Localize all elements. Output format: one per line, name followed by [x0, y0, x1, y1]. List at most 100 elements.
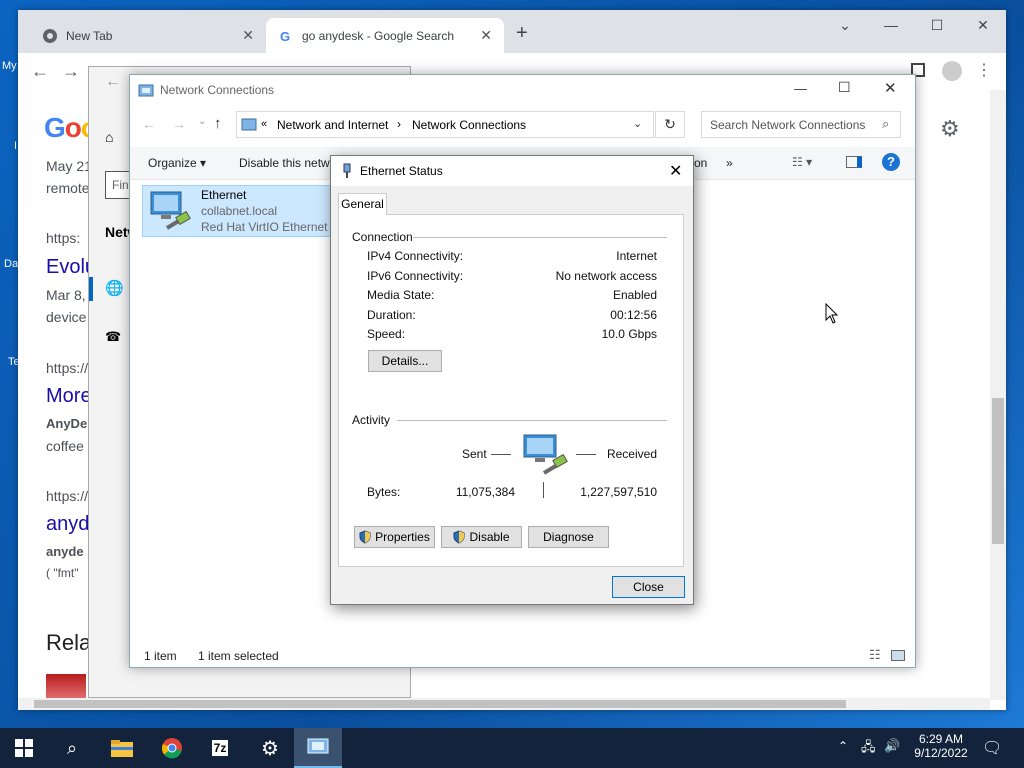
close-icon[interactable]: ✕	[669, 161, 682, 181]
speed-value: 10.0 Gbps	[601, 327, 657, 341]
globe-icon[interactable]: 🌐	[105, 279, 124, 297]
back-arrow-icon[interactable]: ←	[28, 61, 52, 81]
horizontal-scrollbar[interactable]	[18, 698, 990, 710]
chrome-icon[interactable]	[148, 728, 196, 768]
speed-label: Speed:	[367, 327, 406, 341]
properties-button[interactable]: Properties	[354, 526, 435, 548]
organize-menu[interactable]: Organize ▾	[148, 156, 206, 170]
details-button[interactable]: Details...	[368, 350, 442, 372]
vertical-scrollbar[interactable]	[990, 90, 1006, 700]
ipv6-label: IPv6 Connectivity:	[367, 269, 464, 283]
sent-line	[491, 454, 511, 455]
result-url[interactable]: https:	[46, 230, 80, 246]
clock-time: 6:29 AM	[918, 732, 964, 746]
desktop-icon-label[interactable]: Da	[4, 258, 18, 270]
dialup-icon[interactable]: ☎	[105, 329, 121, 345]
result-url[interactable]: https://	[46, 360, 88, 376]
volume-icon[interactable]: 🔊	[884, 738, 900, 754]
change-view-icon[interactable]: ☷ ▾	[792, 155, 812, 169]
settings-icon[interactable]: ⚙	[246, 728, 294, 768]
group-divider	[397, 420, 667, 421]
network-tray-icon[interactable]: 🖧	[861, 738, 876, 760]
result-title-link[interactable]: More	[46, 385, 92, 408]
tab-new-tab[interactable]: New Tab ✕	[30, 18, 266, 53]
uac-shield-icon	[453, 530, 465, 544]
up-arrow-icon[interactable]: ↑	[214, 115, 222, 132]
command-partial[interactable]: on	[694, 156, 707, 170]
show-hidden-icons-chevron-icon[interactable]: ⌃	[838, 739, 848, 753]
minimize-icon[interactable]: —	[794, 81, 807, 96]
ipv4-value: Internet	[616, 249, 657, 263]
tab-title: go anydesk - Google Search	[302, 28, 455, 43]
notifications-icon[interactable]: 🗨	[982, 738, 1002, 758]
search-network-connections-input[interactable]: Search Network Connections ⌕	[701, 111, 901, 138]
breadcrumb-overflow-icon[interactable]: «	[261, 118, 267, 130]
result-snippet: ( "fmt"	[46, 566, 79, 580]
back-arrow-icon[interactable]: ←	[105, 73, 121, 91]
desktop-icon-label[interactable]: I	[14, 140, 17, 152]
scrollbar-thumb[interactable]	[992, 398, 1004, 544]
close-tab-icon[interactable]: ✕	[480, 27, 492, 44]
forward-arrow-icon[interactable]: →	[172, 116, 186, 132]
desktop-icon-label[interactable]: My	[2, 60, 17, 72]
recent-chevron-icon[interactable]: ⌄	[198, 116, 206, 127]
chrome-menu-icon[interactable]: ⋮	[972, 61, 996, 81]
ethernet-plug-icon	[343, 163, 351, 178]
close-icon[interactable]: ✕	[884, 79, 897, 97]
result-snippet: coffee	[46, 438, 84, 454]
minimize-icon[interactable]: —	[868, 10, 914, 40]
start-icon[interactable]	[0, 728, 48, 768]
close-window-icon[interactable]: ✕	[960, 10, 1006, 40]
media-state-value: Enabled	[612, 288, 657, 302]
result-url[interactable]: https://	[46, 488, 88, 504]
network-connections-taskbar-icon[interactable]	[294, 728, 342, 768]
address-bar[interactable]: « Network and Internet › Network Connect…	[236, 111, 654, 138]
close-button[interactable]: Close	[612, 576, 685, 598]
diagnose-button[interactable]: Diagnose	[528, 526, 609, 548]
help-icon[interactable]: ?	[882, 153, 900, 171]
bytes-sent-value: 11,075,384	[455, 485, 515, 499]
address-dropdown-icon[interactable]: ⌄	[633, 117, 642, 130]
scrollbar-thumb[interactable]	[34, 700, 846, 708]
tab-google-search[interactable]: G go anydesk - Google Search ✕	[266, 18, 504, 53]
new-tab-button[interactable]: +	[516, 22, 528, 45]
more-commands-button[interactable]: »	[726, 156, 733, 170]
uac-shield-icon	[359, 530, 371, 544]
tab-search-chevron-icon[interactable]: ⌄	[822, 10, 868, 40]
preview-pane-icon[interactable]	[846, 156, 862, 168]
google-favicon-icon: G	[280, 29, 290, 44]
ipv6-value: No network access	[555, 269, 657, 283]
profile-avatar-icon[interactable]	[942, 61, 962, 81]
result-snippet: remote	[46, 180, 90, 196]
status-bar: 1 item 1 item selected ☷	[130, 645, 915, 667]
network-adapter-icon	[150, 191, 191, 230]
result-title-link[interactable]: anyd	[46, 513, 89, 536]
connection-name: Ethernet	[201, 188, 247, 202]
file-explorer-icon[interactable]	[98, 728, 146, 768]
clock[interactable]: 6:29 AM 9/12/2022	[910, 732, 972, 760]
large-icons-view-icon[interactable]	[891, 650, 905, 661]
svg-text:G: G	[280, 29, 290, 44]
selected-count: 1 item selected	[198, 649, 279, 663]
result-date: Mar 8,	[46, 287, 86, 303]
back-arrow-icon[interactable]: ←	[142, 116, 156, 132]
tab-title: New Tab	[66, 28, 113, 43]
maximize-icon[interactable]: ☐	[838, 79, 851, 96]
maximize-icon[interactable]: ☐	[914, 10, 960, 40]
refresh-icon[interactable]: ↻	[655, 111, 685, 138]
tab-general[interactable]: General	[338, 193, 387, 215]
7zip-icon[interactable]: 7z	[196, 728, 244, 768]
video-thumbnail[interactable]	[46, 674, 86, 700]
breadcrumb-network-connections[interactable]: Network Connections	[412, 118, 526, 132]
home-icon[interactable]: ⌂	[105, 129, 113, 145]
breadcrumb-network-and-internet[interactable]: Network and Internet	[277, 118, 388, 132]
settings-gear-icon[interactable]: ⚙	[940, 116, 960, 142]
ethernet-connection-item[interactable]: Ethernet collabnet.local Red Hat VirtIO …	[142, 185, 338, 237]
disable-network-button[interactable]: Disable this netwo	[239, 156, 336, 170]
disable-button[interactable]: Disable	[441, 526, 522, 548]
close-tab-icon[interactable]: ✕	[242, 27, 254, 44]
search-icon[interactable]: ⌕	[48, 728, 96, 768]
forward-arrow-icon[interactable]: →	[59, 61, 83, 81]
dialog-title: Ethernet Status	[360, 164, 443, 178]
details-view-icon[interactable]: ☷	[869, 647, 881, 663]
